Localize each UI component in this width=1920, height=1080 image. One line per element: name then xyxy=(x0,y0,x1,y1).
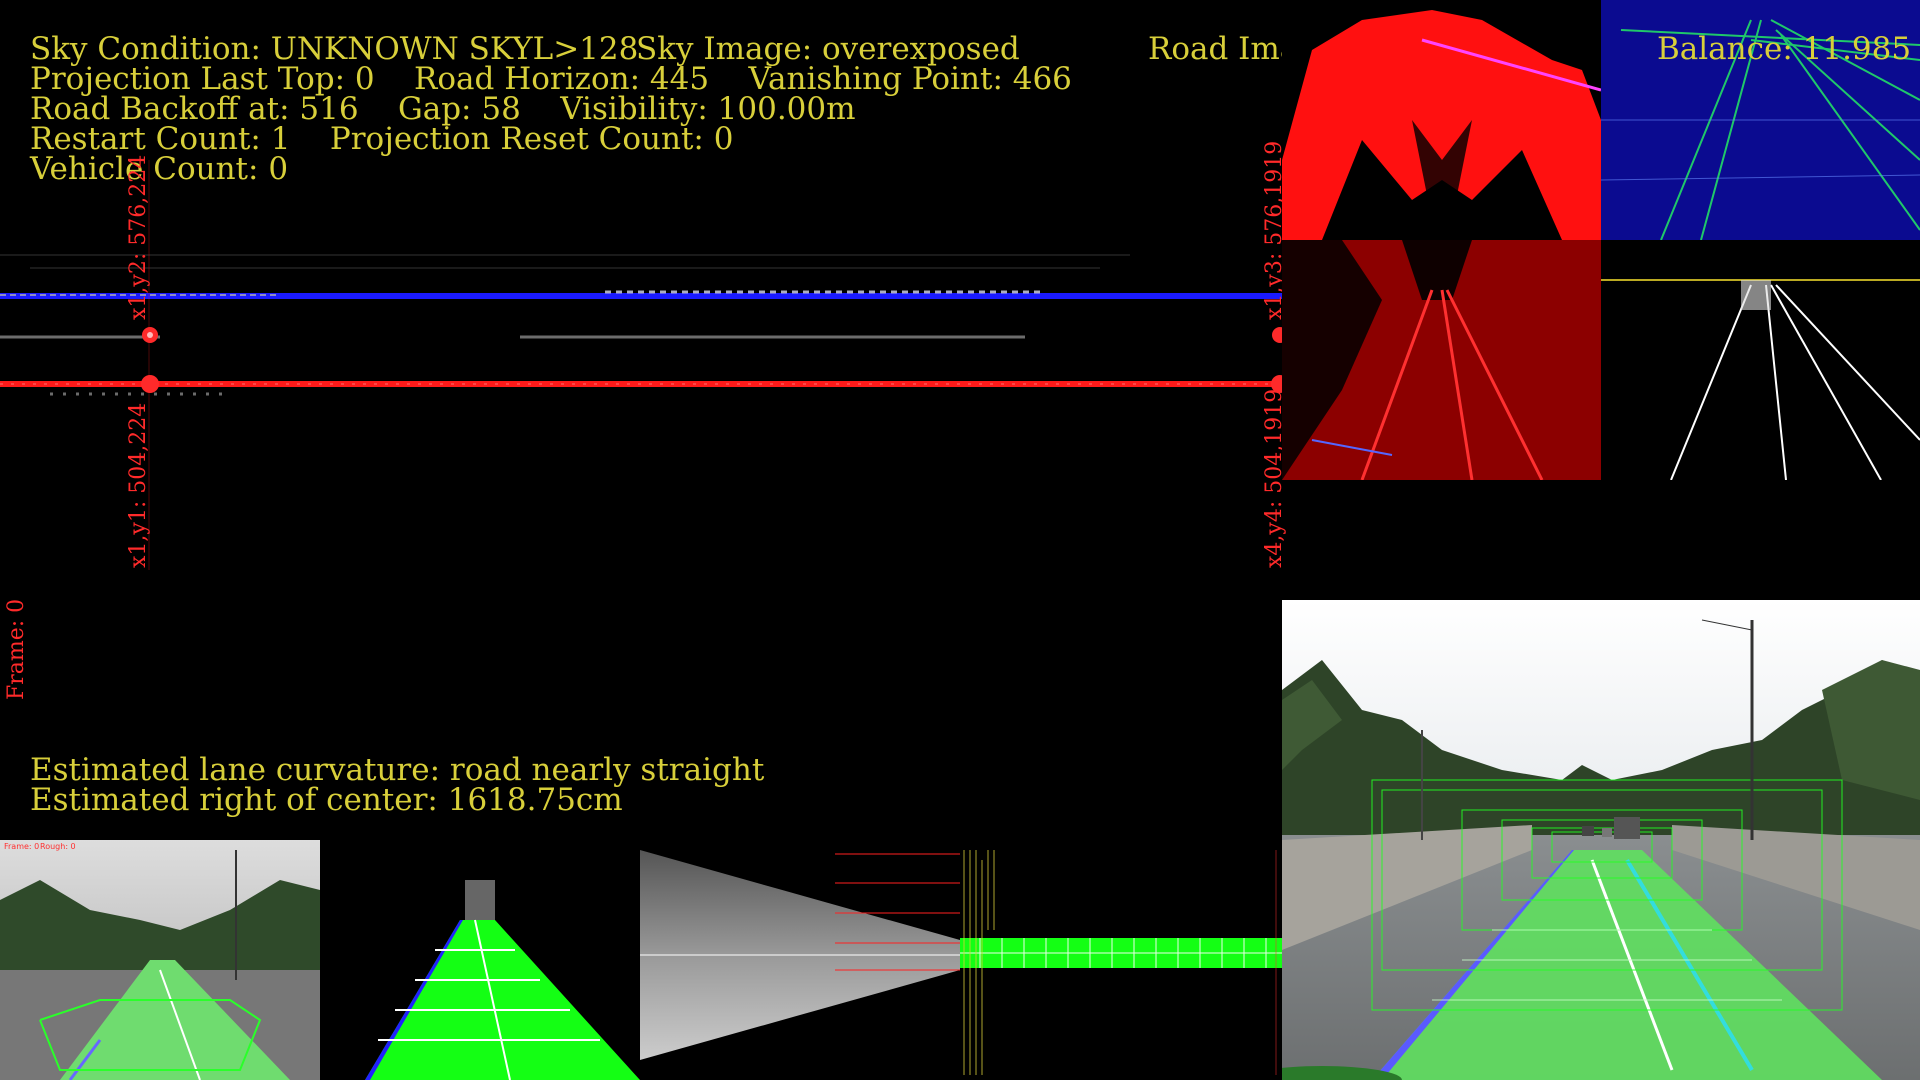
marker-label-x1y2: x1,y2: 576,224 xyxy=(126,154,151,320)
sky-image-text: Sky Image: overexposed xyxy=(636,31,1020,67)
red-sky-panel xyxy=(1282,0,1601,240)
binary-edge-panel xyxy=(1601,240,1920,480)
camera-thumbnail: Frame: 0 Rough: 0 xyxy=(0,840,320,1080)
dark-red-panel xyxy=(1282,240,1601,480)
sky-condition-text: Sky Condition: UNKNOWN SKYL>128 xyxy=(30,31,639,67)
offset-text: Estimated right of center: 1618.75cm xyxy=(30,782,623,818)
lane-grid-panel xyxy=(960,840,1282,1080)
marker-dot xyxy=(1272,327,1282,343)
projection-strip xyxy=(0,160,1282,590)
thumb-frame-text: Frame: 0 xyxy=(4,842,40,851)
frame-label: Frame: 0 xyxy=(4,598,29,700)
projection-text: Projection Last Top: 0 Road Horizon: 445… xyxy=(30,61,1072,97)
lane-projection-panel xyxy=(320,840,640,1080)
marker-dot xyxy=(141,375,159,393)
road-perspective-panel xyxy=(640,840,960,1080)
balance-text: Balance: 11.985 xyxy=(1657,31,1912,67)
marker-label-x1y1: x1,y1: 504,224 xyxy=(126,402,151,568)
road-backoff-text: Road Backoff at: 516 Gap: 58 Visibility:… xyxy=(30,91,856,127)
restart-count-text: Restart Count: 1 Projection Reset Count:… xyxy=(30,121,734,157)
curvature-text: Estimated lane curvature: road nearly st… xyxy=(30,752,765,788)
main-camera-view xyxy=(1282,600,1920,1080)
truck-shape xyxy=(1614,817,1640,839)
thumb-rough-text: Rough: 0 xyxy=(40,842,76,851)
projection-strip-graphic xyxy=(0,160,1282,570)
